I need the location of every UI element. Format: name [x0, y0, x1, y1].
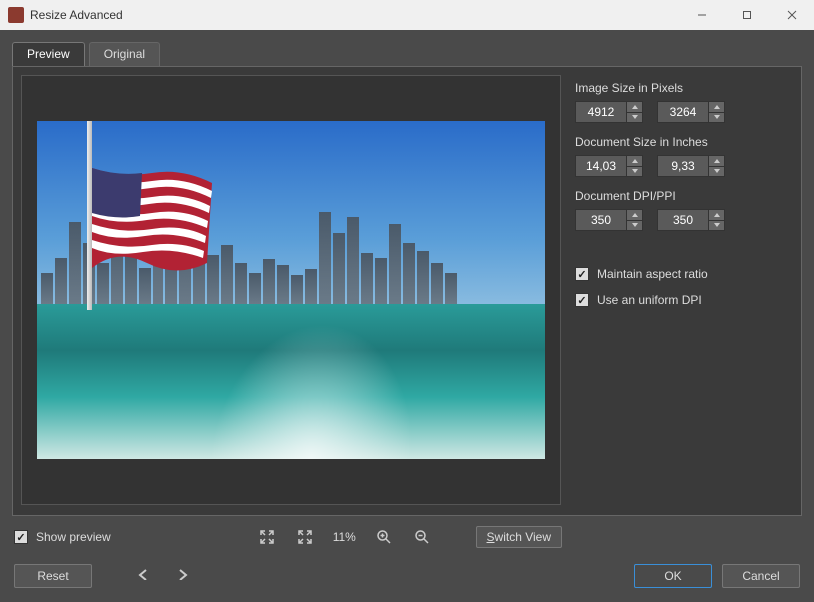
footer: Reset OK Cancel	[12, 554, 802, 602]
maintain-aspect-checkbox[interactable]: ✓ Maintain aspect ratio	[575, 267, 791, 281]
checkmark-icon: ✓	[14, 530, 28, 544]
dpi-y-spinner[interactable]: 350	[657, 209, 725, 231]
show-preview-label: Show preview	[36, 530, 111, 544]
height-px-down[interactable]	[708, 113, 724, 123]
inches-label: Document Size in Inches	[575, 135, 791, 149]
maximize-button[interactable]	[724, 0, 769, 30]
window-title: Resize Advanced	[30, 8, 679, 22]
zoom-percentage: 11%	[333, 530, 356, 544]
zoom-out-icon[interactable]	[412, 528, 432, 546]
actual-size-icon[interactable]	[295, 528, 315, 546]
toolbar: ✓ Show preview 11% Switch View	[12, 516, 802, 554]
uniform-dpi-label: Use an uniform DPI	[597, 293, 702, 307]
close-button[interactable]	[769, 0, 814, 30]
ok-button[interactable]: OK	[634, 564, 712, 588]
height-px-spinner[interactable]: 3264	[657, 101, 725, 123]
uniform-dpi-checkbox[interactable]: ✓ Use an uniform DPI	[575, 293, 791, 307]
height-in-value: 9,33	[658, 159, 708, 173]
window-controls	[679, 0, 814, 30]
height-px-value: 3264	[658, 105, 708, 119]
dpi-x-down[interactable]	[626, 221, 642, 231]
dpi-label: Document DPI/PPI	[575, 189, 791, 203]
width-in-value: 14,03	[576, 159, 626, 173]
checkmark-icon: ✓	[575, 293, 589, 307]
width-px-up[interactable]	[626, 102, 642, 113]
tab-original[interactable]: Original	[89, 42, 160, 66]
width-in-spinner[interactable]: 14,03	[575, 155, 643, 177]
pixels-label: Image Size in Pixels	[575, 81, 791, 95]
width-in-up[interactable]	[626, 156, 642, 167]
show-preview-checkbox[interactable]: ✓ Show preview	[14, 530, 111, 544]
controls-column: Image Size in Pixels 4912 3264 Document …	[575, 75, 791, 505]
undo-icon[interactable]	[132, 567, 158, 585]
main-panel: Image Size in Pixels 4912 3264 Document …	[12, 66, 802, 516]
zoom-in-icon[interactable]	[374, 528, 394, 546]
titlebar: Resize Advanced	[0, 0, 814, 30]
dpi-y-up[interactable]	[708, 210, 724, 221]
width-px-down[interactable]	[626, 113, 642, 123]
height-px-up[interactable]	[708, 102, 724, 113]
minimize-button[interactable]	[679, 0, 724, 30]
redo-icon[interactable]	[168, 567, 194, 585]
tab-preview[interactable]: Preview	[12, 42, 85, 66]
checkmark-icon: ✓	[575, 267, 589, 281]
dpi-x-spinner[interactable]: 350	[575, 209, 643, 231]
height-in-up[interactable]	[708, 156, 724, 167]
height-in-down[interactable]	[708, 167, 724, 177]
preview-column	[21, 75, 561, 505]
reset-button[interactable]: Reset	[14, 564, 92, 588]
cancel-button[interactable]: Cancel	[722, 564, 800, 588]
preview-image	[37, 121, 545, 459]
width-px-value: 4912	[576, 105, 626, 119]
width-px-spinner[interactable]: 4912	[575, 101, 643, 123]
preview-viewport[interactable]	[21, 75, 561, 505]
dialog-body: Preview Original	[0, 30, 814, 602]
switch-view-rest: witch View	[495, 530, 551, 544]
dpi-x-up[interactable]	[626, 210, 642, 221]
dpi-y-value: 350	[658, 213, 708, 227]
fit-to-window-icon[interactable]	[257, 528, 277, 546]
switch-view-button[interactable]: Switch View	[476, 526, 562, 548]
dpi-y-down[interactable]	[708, 221, 724, 231]
app-icon	[8, 7, 24, 23]
height-in-spinner[interactable]: 9,33	[657, 155, 725, 177]
maintain-aspect-label: Maintain aspect ratio	[597, 267, 708, 281]
tab-bar: Preview Original	[12, 42, 802, 66]
dpi-x-value: 350	[576, 213, 626, 227]
width-in-down[interactable]	[626, 167, 642, 177]
